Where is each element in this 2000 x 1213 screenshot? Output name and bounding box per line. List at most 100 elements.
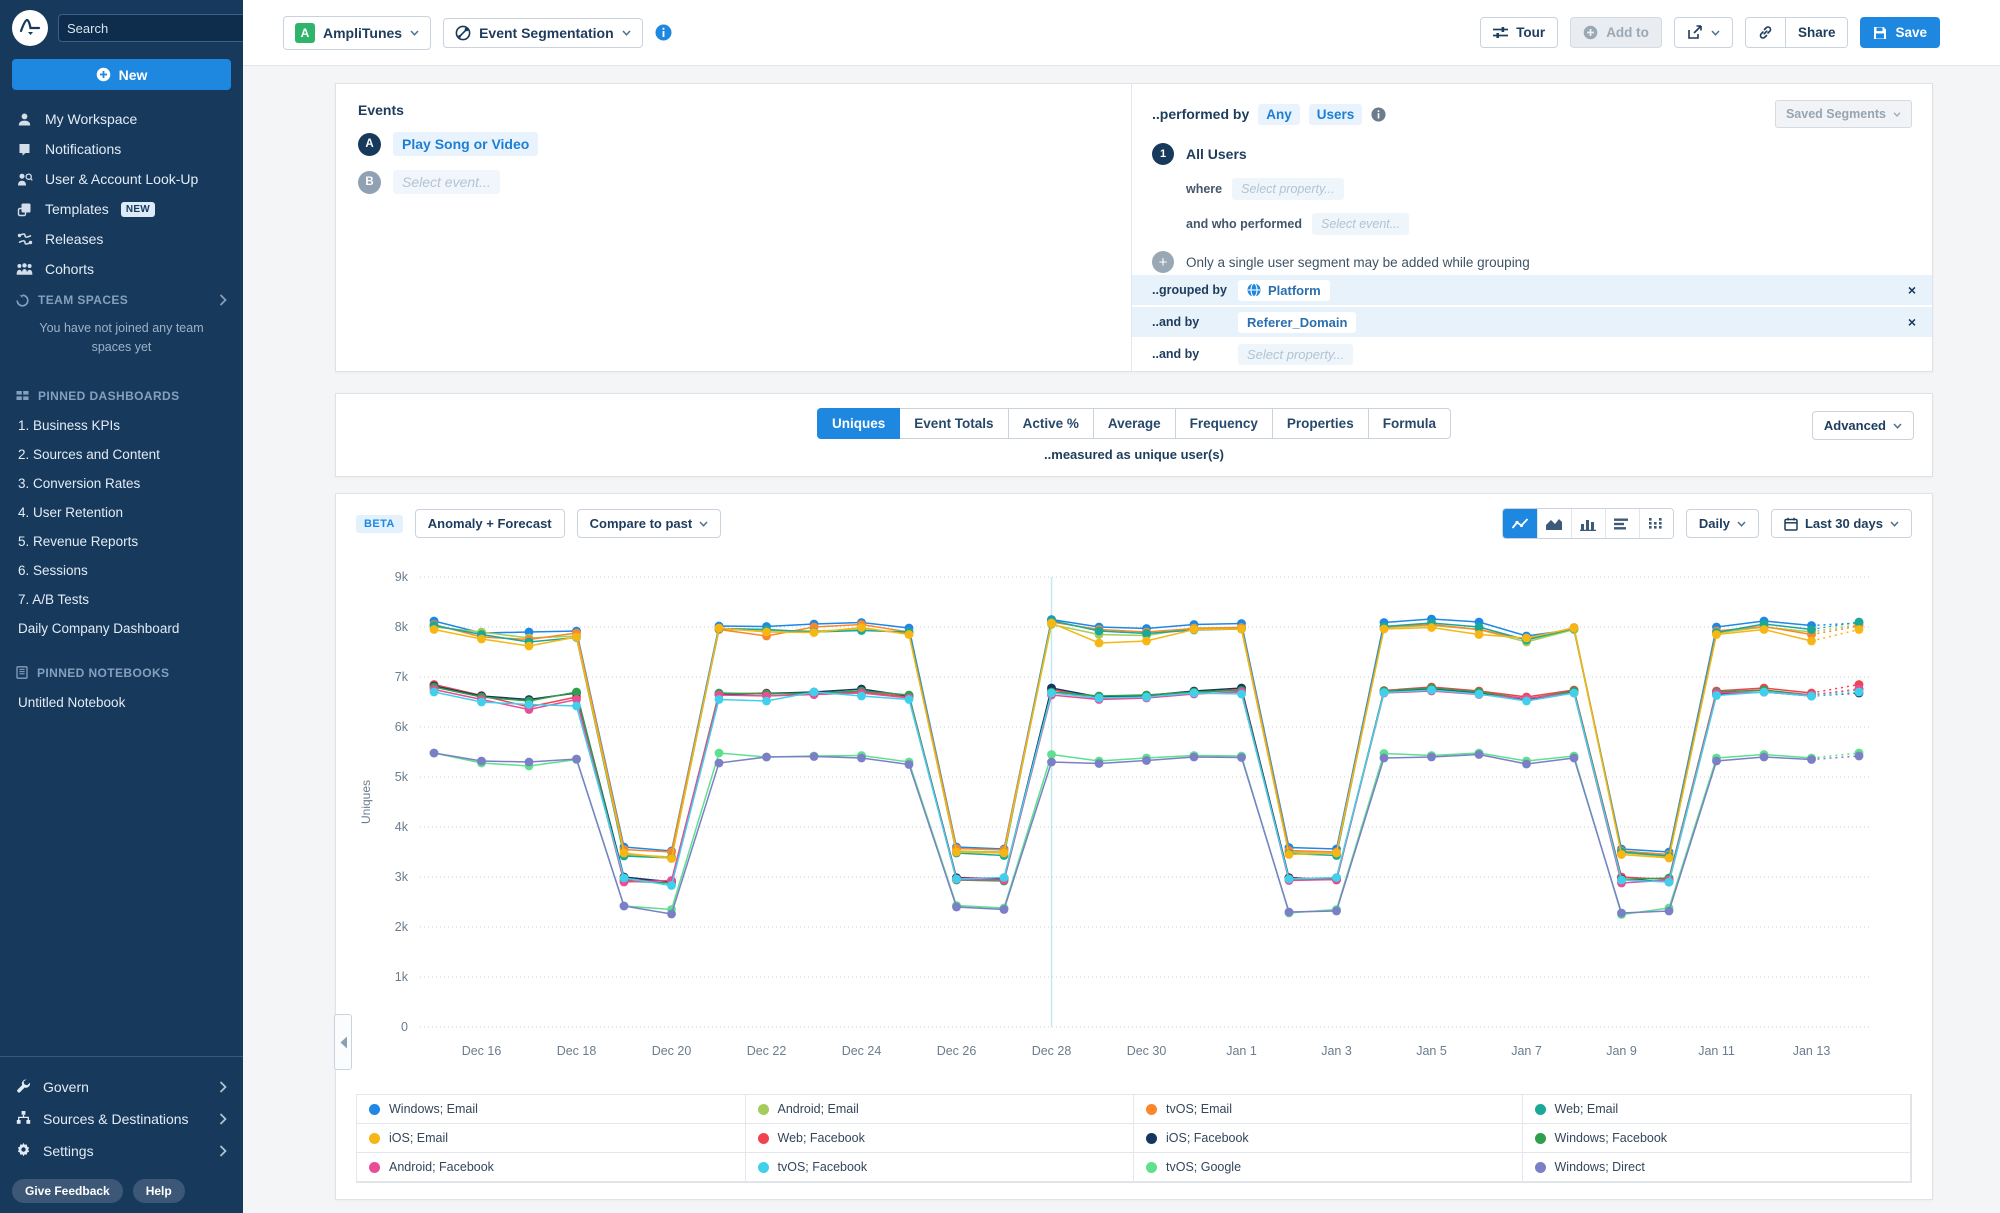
legend-item[interactable]: iOS; Email [356,1123,746,1153]
legend-item[interactable]: iOS; Facebook [1133,1123,1523,1153]
events-title: Events [358,102,1109,118]
pinned-notebook-item[interactable]: Untitled Notebook [0,688,243,717]
copy-link-button[interactable] [1746,18,1785,47]
measure-caption: ..measured as unique user(s) [1044,447,1224,462]
pinned-dashboard-item[interactable]: 7. A/B Tests [0,585,243,614]
svg-text:Dec 22: Dec 22 [747,1044,787,1058]
tab-active-[interactable]: Active % [1008,408,1094,439]
who-performed-placeholder[interactable]: Select event... [1312,213,1409,235]
chevron-right-icon [219,1113,227,1125]
legend-series-dot [369,1104,380,1115]
info-icon[interactable] [655,24,672,41]
pinned-dashboard-item[interactable]: 5. Revenue Reports [0,527,243,556]
bar-chart-button[interactable] [1571,509,1605,538]
sidebar-item-cohorts[interactable]: Cohorts [0,254,243,284]
tour-button[interactable]: Tour [1480,17,1558,48]
save-button[interactable]: Save [1860,17,1940,48]
legend-item[interactable]: tvOS; Facebook [745,1152,1135,1182]
line-chart-button[interactable] [1503,509,1537,538]
anomaly-forecast-button[interactable]: Anomaly + Forecast [415,509,565,538]
grouped-by-platform-chip[interactable]: Platform [1238,280,1330,301]
sidebar-item-label: My Workspace [45,111,137,127]
legend-item[interactable]: Android; Email [745,1094,1135,1124]
chevron-left-icon [339,1036,348,1049]
give-feedback-button[interactable]: Give Feedback [12,1179,123,1203]
share-button[interactable]: Share [1785,18,1848,47]
sidebar-item-templates[interactable]: Templates NEW [0,194,243,224]
and-by-empty-row: ..and by Select property... [1132,339,1932,369]
sidebar-item-releases[interactable]: Releases [0,224,243,254]
compare-to-past-button[interactable]: Compare to past [577,509,722,538]
segmentation-panel: ..performed by Any Users Saved Segments … [1132,84,1932,371]
pinned-dashboard-item[interactable]: Daily Company Dashboard [0,614,243,643]
area-chart-button[interactable] [1537,509,1571,538]
add-to-button[interactable]: Add to [1570,17,1662,48]
help-button[interactable]: Help [133,1179,185,1203]
where-property-placeholder[interactable]: Select property... [1232,178,1344,200]
tab-frequency[interactable]: Frequency [1175,408,1273,439]
tab-uniques[interactable]: Uniques [817,408,900,439]
people-group-icon [16,262,33,276]
date-range-selector[interactable]: Last 30 days [1771,509,1912,538]
remove-groupby-button[interactable]: × [1908,282,1916,298]
legend-item[interactable]: Android; Facebook [356,1152,746,1182]
event-row-b: B Select event... [358,170,1109,194]
amplitude-logo[interactable] [12,10,48,46]
info-icon[interactable] [1371,107,1386,122]
notebook-icon [16,666,28,679]
saved-segments-button[interactable]: Saved Segments [1775,100,1912,128]
legend-series-label: Web; Facebook [778,1131,865,1145]
sidebar-item-sources-destinations[interactable]: Sources & Destinations [0,1103,243,1135]
sidebar-item-govern[interactable]: Govern [0,1071,243,1103]
select-property-placeholder[interactable]: Select property... [1238,344,1353,365]
event-name-chip[interactable]: Play Song or Video [393,132,538,156]
tab-average[interactable]: Average [1093,408,1176,439]
team-spaces-empty-text: You have not joined any team spaces yet [0,311,243,366]
and-by-referer-chip[interactable]: Referer_Domain [1238,312,1356,333]
tab-event-totals[interactable]: Event Totals [899,408,1008,439]
granularity-selector[interactable]: Daily [1686,509,1759,538]
collapse-panel-handle[interactable] [334,1014,352,1070]
performed-by-users[interactable]: Users [1309,104,1363,125]
advanced-button[interactable]: Advanced [1812,411,1914,440]
legend-item[interactable]: Windows; Email [356,1094,746,1124]
segment-name[interactable]: All Users [1186,146,1247,162]
legend-series-label: tvOS; Email [1166,1102,1232,1116]
legend-item[interactable]: tvOS; Google [1133,1152,1523,1182]
query-builder-card: Events A Play Song or Video B Select eve… [335,83,1933,372]
new-button[interactable]: New [12,59,231,90]
plus-circle-icon [96,67,111,82]
select-event-placeholder[interactable]: Select event... [393,170,500,194]
team-spaces-header[interactable]: TEAM SPACES [0,284,243,311]
sidebar-item-my-workspace[interactable]: My Workspace [0,104,243,134]
pinned-dashboard-item[interactable]: 2. Sources and Content [0,440,243,469]
sidebar-item-settings[interactable]: Settings [0,1135,243,1167]
legend-item[interactable]: Web; Email [1522,1094,1912,1124]
stacked-chart-button[interactable] [1639,509,1673,538]
sidebar-item-notifications[interactable]: Notifications [0,134,243,164]
pinned-dashboard-item[interactable]: 4. User Retention [0,498,243,527]
legend-item[interactable]: Windows; Direct [1522,1152,1912,1182]
caret-down-icon [1890,521,1899,527]
chart-plot-area[interactable]: 01k2k3k4k5k6k7k8k9kUniquesDec 16Dec 18De… [356,547,1912,1082]
pinned-dashboard-item[interactable]: 6. Sessions [0,556,243,585]
search-input[interactable] [67,21,243,36]
legend-item[interactable]: Windows; Facebook [1522,1123,1912,1153]
legend-series-dot [1535,1162,1546,1173]
tab-properties[interactable]: Properties [1272,408,1369,439]
sidebar-search[interactable] [58,14,266,42]
horizontal-bar-button[interactable] [1605,509,1639,538]
tab-formula[interactable]: Formula [1368,408,1451,439]
sidebar-item-user-account-lookup[interactable]: User & Account Look-Up [0,164,243,194]
pinned-dashboard-item[interactable]: 1. Business KPIs [0,411,243,440]
legend-item[interactable]: tvOS; Email [1133,1094,1523,1124]
project-selector[interactable]: A AmpliTunes [283,16,431,50]
pinned-dashboard-item[interactable]: 3. Conversion Rates [0,469,243,498]
add-segment-icon[interactable]: + [1152,251,1174,273]
legend-item[interactable]: Web; Facebook [745,1123,1135,1153]
performed-by-any[interactable]: Any [1258,104,1300,125]
export-button[interactable] [1674,17,1733,48]
plus-circle-icon [1583,25,1598,40]
analysis-type-selector[interactable]: Event Segmentation [443,18,643,48]
remove-groupby-button[interactable]: × [1908,314,1916,330]
